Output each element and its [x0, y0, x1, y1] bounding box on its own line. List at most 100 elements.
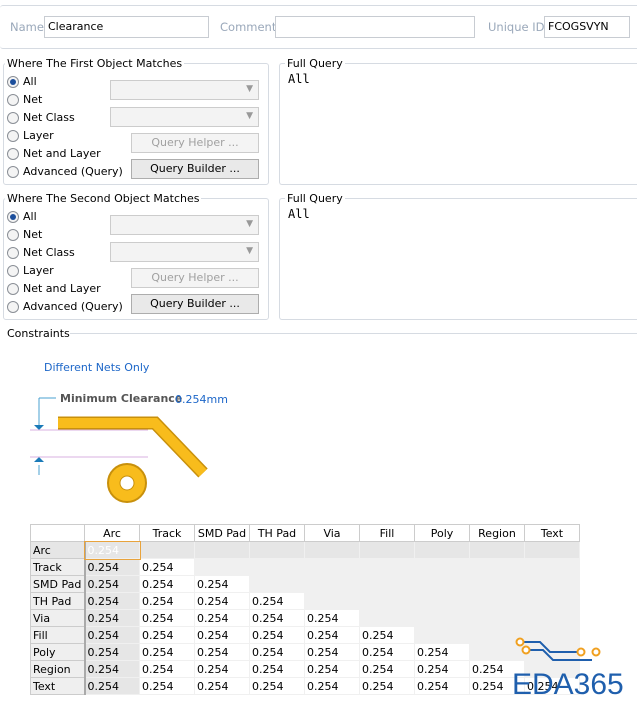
- matrix-cell[interactable]: 0.254: [194, 609, 250, 627]
- matrix-cell[interactable]: 0.254: [414, 677, 470, 695]
- second-radio-5[interactable]: Advanced (Query): [7, 300, 123, 313]
- matrix-cell[interactable]: 0.254: [139, 677, 195, 695]
- radio-label: All: [23, 210, 37, 223]
- matrix-cell[interactable]: 0.254: [139, 626, 195, 644]
- matrix-cell[interactable]: 0.254: [139, 643, 195, 661]
- matrix-cell[interactable]: 0.254: [84, 609, 140, 627]
- second-radio-1[interactable]: Net: [7, 228, 42, 241]
- matrix-cell[interactable]: 0.254: [194, 592, 250, 610]
- matrix-cell[interactable]: 0.254: [194, 677, 250, 695]
- second-radio-0[interactable]: All: [7, 210, 37, 223]
- empty-cell: [249, 575, 305, 593]
- radio-icon[interactable]: [7, 147, 19, 160]
- first-net-dropdown[interactable]: ▼: [110, 80, 259, 100]
- matrix-cell[interactable]: 0.254: [84, 626, 140, 644]
- radio-icon[interactable]: [7, 111, 19, 124]
- net-scope-selector[interactable]: Different Nets Only: [44, 361, 149, 374]
- second-radio-3[interactable]: Layer: [7, 264, 54, 277]
- first-radio-4[interactable]: Net and Layer: [7, 147, 101, 160]
- matrix-cell[interactable]: 0.254: [304, 609, 360, 627]
- matrix-cell[interactable]: 0.254: [304, 643, 360, 661]
- matrix-cell[interactable]: 0.254: [414, 660, 470, 678]
- radio-icon[interactable]: [7, 129, 19, 142]
- second-full-query-box: [279, 198, 637, 320]
- radio-icon[interactable]: [7, 228, 19, 241]
- matrix-cell[interactable]: 0.254: [139, 592, 195, 610]
- matrix-cell[interactable]: 0.254: [84, 558, 140, 576]
- first-netclass-dropdown[interactable]: ▼: [110, 107, 259, 127]
- first-radio-2[interactable]: Net Class: [7, 111, 75, 124]
- matrix-cell[interactable]: 0.254: [194, 626, 250, 644]
- empty-cell: [304, 592, 360, 610]
- matrix-cell[interactable]: 0.254: [139, 609, 195, 627]
- radio-icon[interactable]: [7, 165, 19, 178]
- first-query-builder-button[interactable]: Query Builder ...: [131, 159, 259, 179]
- radio-icon[interactable]: [7, 93, 19, 106]
- matrix-cell[interactable]: 0.254: [249, 609, 305, 627]
- radio-label: Advanced (Query): [23, 165, 123, 178]
- row-header: Poly: [30, 643, 86, 661]
- first-object-title: Where The First Object Matches: [5, 57, 185, 70]
- empty-cell: [469, 575, 525, 593]
- second-netclass-dropdown[interactable]: ▼: [110, 242, 259, 262]
- name-input[interactable]: Clearance: [44, 16, 209, 38]
- matrix-cell[interactable]: 0.254: [359, 643, 415, 661]
- matrix-row: SMD Pad 0.254 0.254 0.254: [30, 575, 580, 593]
- radio-label: Advanced (Query): [23, 300, 123, 313]
- empty-cell: [304, 558, 360, 576]
- second-query-builder-button[interactable]: Query Builder ...: [131, 294, 259, 314]
- radio-icon[interactable]: [7, 210, 19, 223]
- first-radio-0[interactable]: All: [7, 75, 37, 88]
- radio-icon[interactable]: [7, 300, 19, 313]
- matrix-cell[interactable]: 0.254: [359, 660, 415, 678]
- chevron-down-icon: ▼: [246, 219, 253, 229]
- matrix-cell[interactable]: 0.254: [359, 626, 415, 644]
- matrix-cell[interactable]: 0.254: [139, 575, 195, 593]
- row-header: Text: [30, 677, 86, 695]
- matrix-row: Region 0.254 0.254 0.254 0.254 0.254 0.254 0.25…: [30, 660, 580, 678]
- matrix-cell[interactable]: 0.254: [139, 660, 195, 678]
- matrix-cell[interactable]: 0.254: [194, 660, 250, 678]
- matrix-cell[interactable]: 0.254: [139, 558, 195, 576]
- comment-input[interactable]: [275, 16, 475, 38]
- matrix-cell[interactable]: 0.254: [249, 643, 305, 661]
- matrix-cell[interactable]: 0.254: [83, 540, 141, 560]
- second-object-title: Where The Second Object Matches: [5, 192, 202, 205]
- matrix-cell[interactable]: 0.254: [249, 592, 305, 610]
- matrix-cell[interactable]: 0.254: [84, 660, 140, 678]
- empty-cell: [414, 609, 470, 627]
- first-radio-1[interactable]: Net: [7, 93, 42, 106]
- matrix-cell[interactable]: 0.254: [304, 677, 360, 695]
- matrix-cell[interactable]: 0.254: [304, 660, 360, 678]
- matrix-cell[interactable]: 0.254: [84, 643, 140, 661]
- matrix-cell[interactable]: 0.254: [84, 575, 140, 593]
- chevron-down-icon: ▼: [246, 246, 253, 256]
- matrix-row: Track 0.254 0.254: [30, 558, 580, 576]
- matrix-cell[interactable]: 0.254: [249, 660, 305, 678]
- matrix-cell[interactable]: 0.254: [414, 643, 470, 661]
- first-query-helper-button[interactable]: Query Helper ...: [131, 133, 259, 153]
- matrix-cell[interactable]: 0.254: [249, 626, 305, 644]
- unique-id-label: Unique ID: [488, 20, 545, 34]
- second-query-helper-button[interactable]: Query Helper ...: [131, 268, 259, 288]
- matrix-cell[interactable]: 0.254: [84, 677, 140, 695]
- chevron-down-icon: ▼: [246, 111, 253, 121]
- empty-cell: [194, 558, 250, 576]
- second-radio-4[interactable]: Net and Layer: [7, 282, 101, 295]
- matrix-cell[interactable]: 0.254: [84, 592, 140, 610]
- second-radio-2[interactable]: Net Class: [7, 246, 75, 259]
- column-header: TH Pad: [249, 524, 305, 542]
- matrix-cell[interactable]: 0.254: [194, 643, 250, 661]
- first-radio-3[interactable]: Layer: [7, 129, 54, 142]
- second-net-dropdown[interactable]: ▼: [110, 215, 259, 235]
- radio-icon[interactable]: [7, 75, 19, 88]
- matrix-cell[interactable]: 0.254: [304, 626, 360, 644]
- matrix-cell[interactable]: 0.254: [249, 677, 305, 695]
- matrix-cell[interactable]: 0.254: [359, 677, 415, 695]
- first-radio-5[interactable]: Advanced (Query): [7, 165, 123, 178]
- radio-icon[interactable]: [7, 282, 19, 295]
- matrix-cell[interactable]: 0.254: [194, 575, 250, 593]
- unique-id-input[interactable]: FCOGSVYN: [544, 16, 630, 38]
- radio-icon[interactable]: [7, 246, 19, 259]
- radio-icon[interactable]: [7, 264, 19, 277]
